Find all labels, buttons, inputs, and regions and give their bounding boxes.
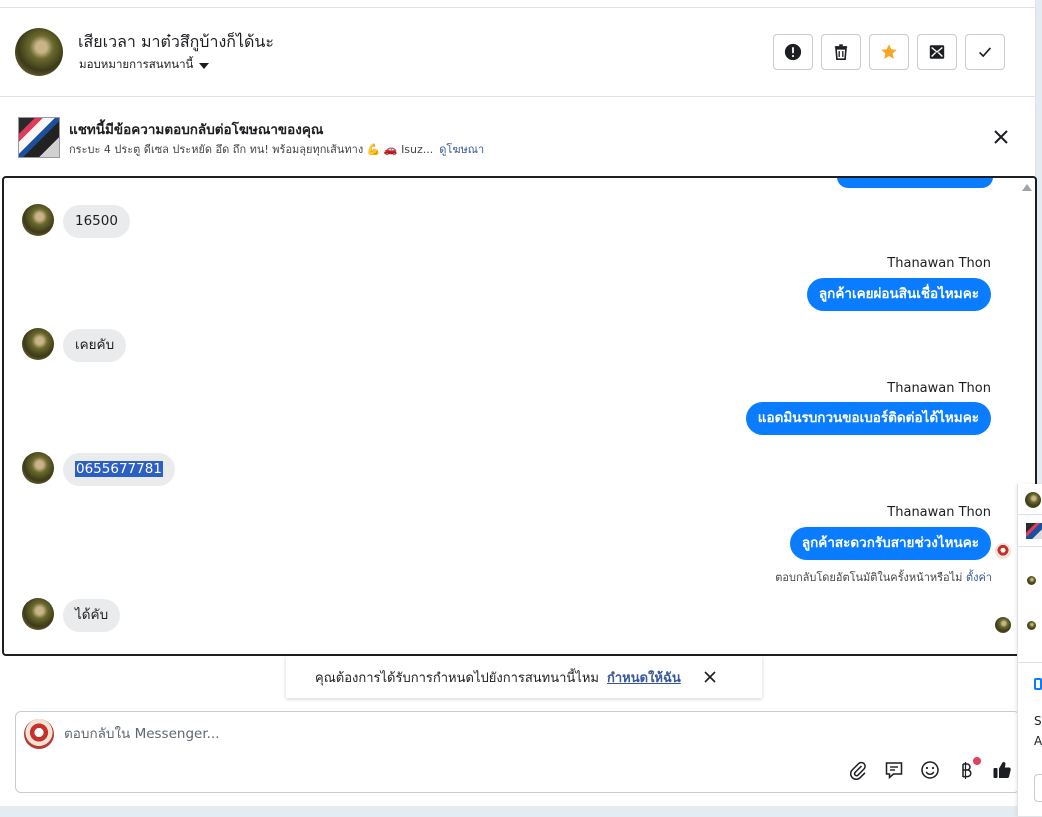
- close-icon[interactable]: [703, 670, 717, 684]
- assign-label: มอบหมายการสนทนานี้: [79, 57, 194, 71]
- mark-done-button[interactable]: [965, 34, 1005, 70]
- emoji-icon: [921, 761, 939, 779]
- side-text-line: A: [1034, 734, 1042, 748]
- outgoing-bubble-partial: [837, 178, 993, 188]
- like-button[interactable]: [990, 758, 1014, 782]
- contact-avatar-small: [22, 452, 54, 484]
- side-avatar-small: [1027, 576, 1036, 585]
- page-avatar: [24, 719, 54, 749]
- contact-name[interactable]: เสียเวลา มาต๋วสึกูบ้างก็ได้นะ: [78, 30, 274, 55]
- attach-button[interactable]: [846, 758, 870, 782]
- side-icon: [1034, 678, 1042, 690]
- auto-reply-settings-link[interactable]: ตั้งค่า: [966, 571, 992, 584]
- ad-reply-title: แชทนี้มีข้อความตอบกลับต่อโฆษณาของคุณ: [69, 122, 324, 138]
- notification-dot: [973, 757, 981, 765]
- side-text-line: Sc: [1034, 714, 1042, 728]
- outgoing-message: ลูกค้าสะดวกรับสายช่วงไหนคะ: [789, 527, 991, 560]
- read-receipt-avatar: [995, 543, 1011, 559]
- auto-reply-text: ตอบกลับโดยอัตโนมัติในครั้งหน้าหรือไม่: [775, 571, 963, 584]
- report-button[interactable]: [773, 34, 813, 70]
- saved-reply-icon: [885, 762, 903, 780]
- seen-avatar: [995, 617, 1011, 633]
- star-icon: [881, 44, 897, 59]
- sender-name: Thanawan Thon: [887, 256, 991, 271]
- message-thread[interactable]: 16500 Thanawan Thon ลูกค้าเคยผ่อนสินเชื่…: [2, 176, 1037, 656]
- contact-avatar-small: [22, 204, 54, 236]
- side-chat-panel[interactable]: Sc A: [1017, 484, 1042, 816]
- auto-reply-note: ตอบกลับโดยอัตโนมัติในครั้งหน้าหรือไม่ ตั…: [775, 568, 992, 586]
- contact-avatar-small: [22, 328, 54, 360]
- view-ad-link[interactable]: ดูโฆษณา: [439, 143, 484, 156]
- assign-toast: คุณต้องการได้รับการกำหนดไปยังการสนทนานี้…: [286, 656, 762, 698]
- side-divider: [1018, 546, 1042, 547]
- sender-name: Thanawan Thon: [887, 381, 991, 396]
- contact-avatar[interactable]: [15, 28, 63, 76]
- selected-phone-number[interactable]: 0655677781: [75, 461, 163, 477]
- incoming-message: ได้คับ: [63, 599, 121, 632]
- top-divider: [0, 7, 1036, 8]
- close-icon[interactable]: [990, 126, 1012, 148]
- side-ad-thumbnail: [1026, 523, 1042, 539]
- conversation-panel: เสียเวลา มาต๋วสึกูบ้างก็ได้นะ มอบหมายการ…: [0, 0, 1037, 806]
- side-divider: [1018, 662, 1042, 663]
- thumbs-up-icon: [993, 762, 1011, 779]
- checkmark-icon: [979, 47, 992, 58]
- exclamation-circle-icon: [784, 43, 802, 61]
- side-avatar-small: [1027, 621, 1036, 630]
- ad-description: กระบะ 4 ประตู ดีเซล ประหยัด อึด ถึก ทน! …: [69, 140, 484, 158]
- incoming-message: 16500: [63, 205, 130, 238]
- mark-unread-button[interactable]: [917, 34, 957, 70]
- caret-down-icon: [199, 62, 210, 69]
- reply-input[interactable]: [64, 726, 964, 742]
- header-divider: [0, 96, 1036, 97]
- payment-button[interactable]: [954, 757, 981, 782]
- assign-to-me-link[interactable]: กำหนดให้ฉัน: [607, 667, 681, 688]
- side-divider: [1018, 514, 1042, 515]
- star-button[interactable]: [869, 34, 909, 70]
- assign-conversation-dropdown[interactable]: มอบหมายการสนทนานี้: [79, 56, 210, 74]
- outgoing-message: ลูกค้าเคยผ่อนสินเชื่อไหมคะ: [806, 278, 991, 311]
- message-composer: [15, 711, 1020, 793]
- paperclip-icon: [849, 761, 866, 780]
- scroll-up-arrow-icon[interactable]: [1022, 184, 1032, 191]
- saved-reply-button[interactable]: [882, 758, 906, 782]
- sender-name: Thanawan Thon: [887, 505, 991, 520]
- trash-icon: [834, 44, 848, 61]
- incoming-message: 0655677781: [63, 453, 175, 486]
- assign-toast-text: คุณต้องการได้รับการกำหนดไปยังการสนทนานี้…: [315, 670, 599, 686]
- emoji-button[interactable]: [918, 758, 942, 782]
- ad-thumbnail[interactable]: [18, 117, 60, 158]
- contact-avatar-small: [22, 598, 54, 630]
- ad-description-text: กระบะ 4 ประตู ดีเซล ประหยัด อึด ถึก ทน! …: [69, 143, 434, 156]
- incoming-message: เคยคับ: [63, 329, 127, 362]
- side-contact-avatar: [1025, 492, 1041, 508]
- envelope-icon: [929, 45, 945, 59]
- outgoing-message: แอดมินรบกวนขอเบอร์ติดต่อได้ไหมคะ: [745, 402, 991, 435]
- delete-button[interactable]: [821, 34, 861, 70]
- side-button[interactable]: [1034, 774, 1042, 802]
